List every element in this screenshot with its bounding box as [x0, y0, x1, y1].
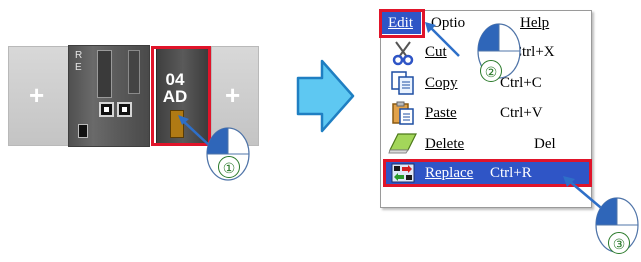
scissors-icon	[392, 41, 414, 66]
plus-icon-left: +	[29, 80, 45, 110]
edit-highlight-box	[379, 9, 425, 38]
shortcut-delete: Del	[534, 136, 556, 152]
step-marker-3: ③	[608, 232, 630, 254]
step-marker-2: ②	[480, 60, 502, 82]
cpu-slot	[128, 50, 140, 94]
cpu-letter-r: R	[75, 50, 83, 61]
cpu-letter-e: E	[75, 62, 82, 73]
eraser-icon	[388, 133, 417, 154]
menu-item-delete[interactable]: Delete	[425, 134, 464, 154]
cpu-display	[97, 50, 112, 98]
paste-icon	[392, 101, 414, 125]
pointer-arrow-2	[425, 22, 460, 57]
ethernet-port-2	[117, 102, 132, 117]
cpu-switch	[78, 124, 88, 138]
ethernet-port-1	[99, 102, 114, 117]
plus-icon-right: +	[225, 80, 241, 110]
right-arrow-icon	[296, 59, 355, 133]
step-marker-1: ①	[218, 156, 240, 178]
copy-icon	[391, 71, 414, 95]
menu-help[interactable]: Help	[520, 13, 549, 33]
shortcut-paste: Ctrl+V	[500, 105, 543, 121]
menu-item-copy[interactable]: Copy	[425, 73, 458, 93]
menu-item-paste[interactable]: Paste	[425, 103, 457, 123]
